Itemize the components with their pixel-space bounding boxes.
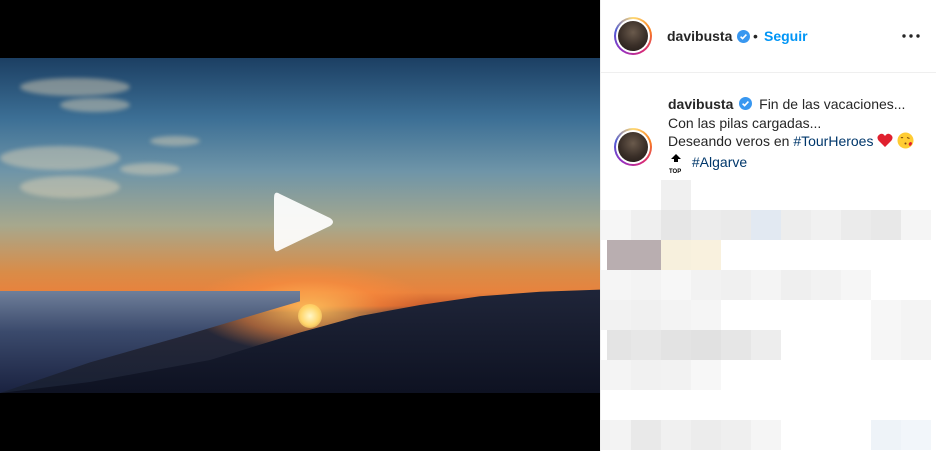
header-username[interactable]: davibusta [667,28,732,44]
top-arrow-emoji: TOP [668,153,684,175]
hashtag-algarve[interactable]: #Algarve [692,154,747,170]
video-player[interactable] [0,0,600,451]
verified-badge-icon [737,30,750,43]
pixelated-comments-area [601,175,936,451]
play-icon[interactable] [270,186,336,258]
kiss-face-emoji [897,132,914,153]
caption-text-line-2: Con las pilas cargadas... [668,115,822,131]
post-sidebar: davibusta • Seguir davibusta Fin de las … [600,0,936,451]
hashtag-tourheroes[interactable]: #TourHeroes [793,133,873,149]
post-caption: davibusta Fin de las vacaciones... Con l… [668,95,933,175]
follow-button[interactable]: Seguir [764,28,808,44]
caption-text-line-1: Fin de las vacaciones... [759,96,906,112]
separator-dot: • [753,28,758,44]
caption-avatar[interactable] [614,128,652,166]
avatar[interactable] [614,17,652,55]
sun [298,304,322,328]
caption-text-line-3: Deseando veros en [668,133,794,149]
caption-username[interactable]: davibusta [668,96,733,112]
more-options-icon[interactable] [901,26,921,46]
post-header: davibusta • Seguir [601,0,936,73]
verified-badge-icon [739,96,753,114]
red-heart-emoji [877,133,893,152]
